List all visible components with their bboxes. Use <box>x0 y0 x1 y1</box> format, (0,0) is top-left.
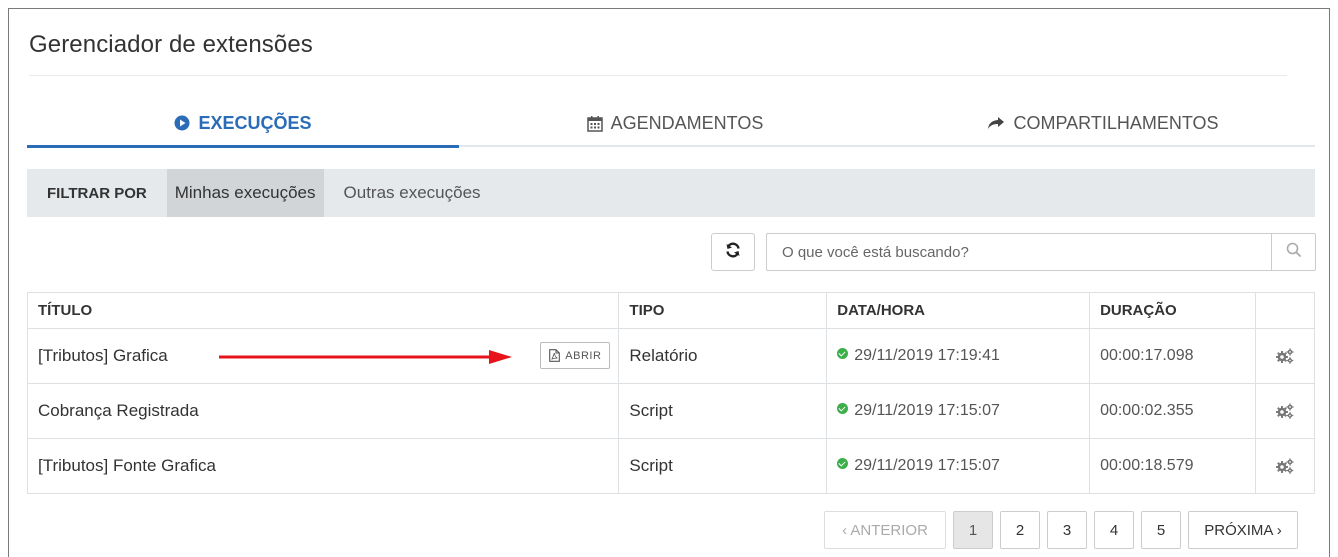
calendar-icon <box>586 115 603 132</box>
page-button-1[interactable]: 1 <box>953 511 993 549</box>
page-button-3[interactable]: 3 <box>1047 511 1087 549</box>
extension-manager-panel: Gerenciador de extensões EXECUÇÕES AGEND… <box>8 8 1330 557</box>
page-button-2[interactable]: 2 <box>1000 511 1040 549</box>
row-type: Script <box>618 383 828 439</box>
refresh-button[interactable] <box>711 233 755 271</box>
row-duration: 00:00:18.579 <box>1089 438 1256 494</box>
table-header-row: TÍTULO TIPO DATA/HORA DURAÇÃO <box>26 292 1315 329</box>
row-title: Cobrança Registrada <box>26 383 620 439</box>
tab-label: COMPARTILHAMENTOS <box>1013 112 1219 133</box>
pdf-file-icon <box>549 349 561 362</box>
pagination: ‹ ANTERIOR 1 2 3 4 5 PRÓXIMA › <box>824 511 1298 549</box>
column-header-datahora[interactable]: DATA/HORA <box>826 292 1091 329</box>
tab-execucoes[interactable]: EXECUÇÕES <box>27 99 459 147</box>
page-title: Gerenciador de extensões <box>29 31 313 58</box>
success-check-icon <box>837 458 849 470</box>
row-datetime: 29/11/2019 17:15:07 <box>854 457 1000 474</box>
column-header-actions <box>1255 292 1315 329</box>
row-actions-cell <box>1255 438 1315 494</box>
row-title: [Tributos] Grafica <box>38 346 168 365</box>
row-type: Script <box>618 438 828 494</box>
search-box <box>766 233 1316 271</box>
gears-icon[interactable] <box>1266 458 1304 474</box>
filter-option-minhas[interactable]: Minhas execuções <box>166 169 324 217</box>
tab-label: AGENDAMENTOS <box>610 112 764 133</box>
title-divider <box>29 75 1287 76</box>
filter-bar: FILTRAR POR Minhas execuções Outras exec… <box>27 169 1315 217</box>
table-row[interactable]: [Tributos] Fonte Grafica Script 29/11/20… <box>26 438 1315 494</box>
search-input[interactable] <box>767 234 1273 270</box>
gears-icon[interactable] <box>1266 403 1304 419</box>
row-datetime-cell: 29/11/2019 17:15:07 <box>826 438 1091 494</box>
annotation-arrow <box>219 350 512 364</box>
executions-table: TÍTULO TIPO DATA/HORA DURAÇÃO [Tributos]… <box>26 292 1315 494</box>
share-icon <box>987 116 1005 130</box>
column-header-titulo[interactable]: TÍTULO <box>26 292 620 329</box>
table-row[interactable]: Cobrança Registrada Script 29/11/2019 17… <box>26 383 1315 439</box>
search-icon <box>1286 242 1302 263</box>
page-button-4[interactable]: 4 <box>1094 511 1134 549</box>
active-tab-indicator <box>27 145 459 148</box>
column-header-tipo[interactable]: TIPO <box>618 292 828 329</box>
tab-compartilhamentos[interactable]: COMPARTILHAMENTOS <box>891 99 1315 147</box>
row-datetime: 29/11/2019 17:19:41 <box>854 347 1000 364</box>
open-button[interactable]: ABRIR <box>540 342 611 369</box>
row-datetime: 29/11/2019 17:15:07 <box>854 402 1000 419</box>
row-datetime-cell: 29/11/2019 17:19:41 <box>826 328 1091 384</box>
gears-icon[interactable] <box>1266 348 1304 364</box>
row-actions-cell <box>1255 383 1315 439</box>
open-button-label: ABRIR <box>565 349 602 362</box>
tab-label: EXECUÇÕES <box>198 112 312 133</box>
column-header-duracao[interactable]: DURAÇÃO <box>1089 292 1256 329</box>
previous-page-button[interactable]: ‹ ANTERIOR <box>824 511 946 549</box>
success-check-icon <box>837 348 849 360</box>
row-datetime-cell: 29/11/2019 17:15:07 <box>826 383 1091 439</box>
row-type: Relatório <box>618 328 828 384</box>
row-duration: 00:00:02.355 <box>1089 383 1256 439</box>
row-actions-cell <box>1255 328 1315 384</box>
page-button-5[interactable]: 5 <box>1141 511 1181 549</box>
refresh-icon <box>725 242 741 263</box>
search-button[interactable] <box>1271 234 1315 270</box>
filter-option-outras[interactable]: Outras execuções <box>336 169 489 217</box>
tab-bar: EXECUÇÕES AGENDAMENTOS COMPARTILHAMENTOS <box>27 99 1315 148</box>
tab-agendamentos[interactable]: AGENDAMENTOS <box>459 99 891 147</box>
filter-label: FILTRAR POR <box>47 184 147 202</box>
next-page-button[interactable]: PRÓXIMA › <box>1188 511 1298 549</box>
play-circle-icon <box>174 115 190 131</box>
row-duration: 00:00:17.098 <box>1089 328 1256 384</box>
success-check-icon <box>837 403 849 415</box>
row-title: [Tributos] Fonte Grafica <box>26 438 620 494</box>
